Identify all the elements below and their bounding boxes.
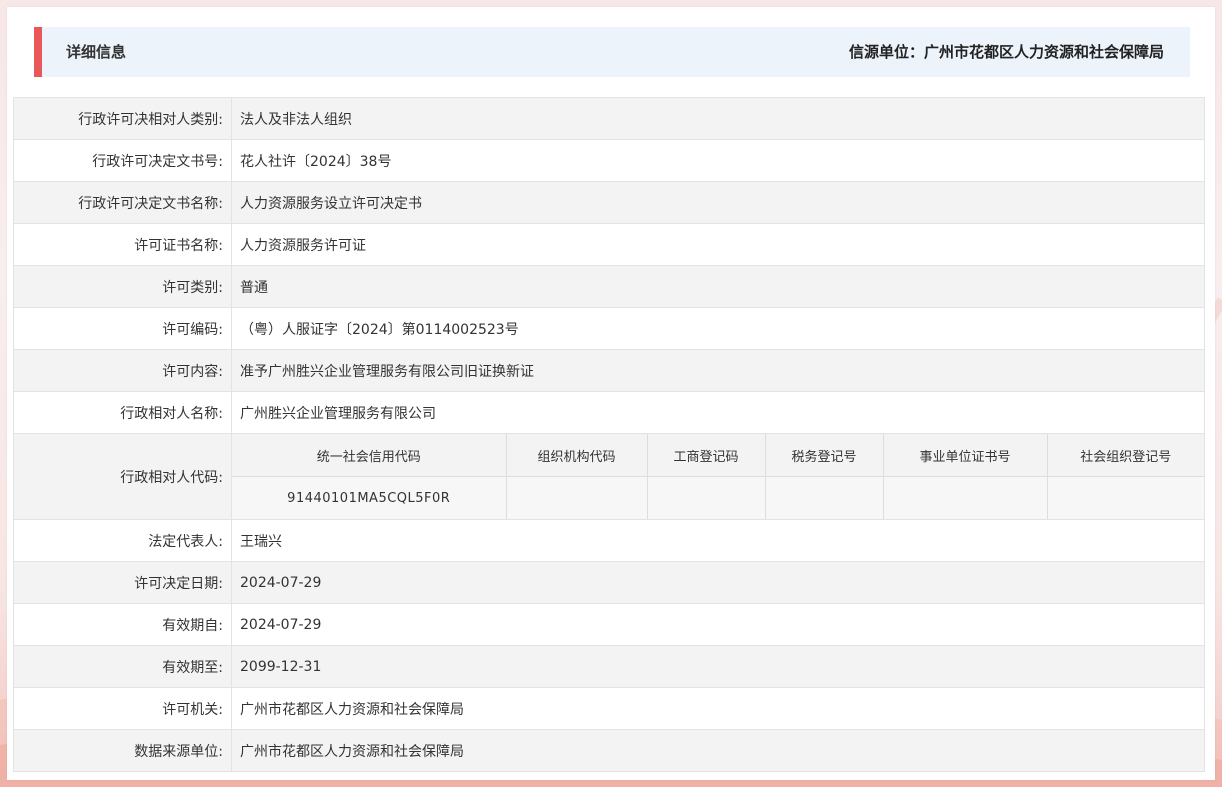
row-value: （粤）人服证字〔2024〕第0114002523号 (231, 307, 1205, 350)
row-value: 广州市花都区人力资源和社会保障局 (231, 729, 1205, 772)
table-row: 许可决定日期: 2024-07-29 (13, 561, 1205, 604)
row-label: 有效期至: (13, 645, 232, 688)
row-value: 人力资源服务设立许可决定书 (231, 181, 1205, 224)
header-accent-bar (34, 27, 42, 77)
detail-table: 行政许可决相对人类别: 法人及非法人组织 行政许可决定文书号: 花人社许〔202… (13, 97, 1205, 772)
table-row: 有效期自: 2024-07-29 (13, 603, 1205, 646)
table-row: 许可机关: 广州市花都区人力资源和社会保障局 (13, 687, 1205, 730)
codes-value-row: 91440101MA5CQL5F0R (232, 476, 1204, 519)
codes-value (764, 476, 884, 519)
row-label: 行政相对人名称: (13, 391, 232, 434)
row-label: 数据来源单位: (13, 729, 232, 772)
row-label: 行政相对人代码: (13, 433, 232, 520)
table-row: 许可类别: 普通 (13, 265, 1205, 308)
row-label: 许可机关: (13, 687, 232, 730)
row-label: 许可编码: (13, 307, 232, 350)
row-value: 准予广州胜兴企业管理服务有限公司旧证换新证 (231, 349, 1205, 392)
row-label: 行政许可决相对人类别: (13, 97, 232, 140)
row-label: 许可证书名称: (13, 223, 232, 266)
row-value: 人力资源服务许可证 (231, 223, 1205, 266)
row-label: 行政许可决定文书名称: (13, 181, 232, 224)
row-value: 2024-07-29 (231, 603, 1205, 646)
detail-panel: 详细信息 信源单位：广州市花都区人力资源和社会保障局 行政许可决相对人类别: 法… (7, 7, 1215, 780)
codes-cell: 统一社会信用代码 组织机构代码 工商登记码 税务登记号 事业单位证书号 社会组织… (231, 433, 1205, 520)
row-value: 2024-07-29 (231, 561, 1205, 604)
codes-value: 91440101MA5CQL5F0R (232, 476, 507, 519)
codes-header: 事业单位证书号 (882, 434, 1048, 477)
table-row-codes: 行政相对人代码: 统一社会信用代码 组织机构代码 工商登记码 税务登记号 事业单… (13, 433, 1205, 520)
row-value: 广州胜兴企业管理服务有限公司 (231, 391, 1205, 434)
row-value: 法人及非法人组织 (231, 97, 1205, 140)
codes-header: 工商登记码 (646, 434, 766, 477)
row-value: 王瑞兴 (231, 519, 1205, 562)
codes-header: 社会组织登记号 (1046, 434, 1204, 477)
row-label: 许可内容: (13, 349, 232, 392)
table-row: 许可证书名称: 人力资源服务许可证 (13, 223, 1205, 266)
panel-header: 详细信息 信源单位：广州市花都区人力资源和社会保障局 (34, 27, 1190, 77)
row-label: 许可类别: (13, 265, 232, 308)
codes-value (646, 476, 766, 519)
table-row: 许可内容: 准予广州胜兴企业管理服务有限公司旧证换新证 (13, 349, 1205, 392)
table-row: 法定代表人: 王瑞兴 (13, 519, 1205, 562)
codes-header-row: 统一社会信用代码 组织机构代码 工商登记码 税务登记号 事业单位证书号 社会组织… (232, 434, 1204, 477)
codes-value (1046, 476, 1204, 519)
table-row: 行政许可决定文书号: 花人社许〔2024〕38号 (13, 139, 1205, 182)
row-value: 普通 (231, 265, 1205, 308)
row-label: 行政许可决定文书号: (13, 139, 232, 182)
table-row: 行政许可决相对人类别: 法人及非法人组织 (13, 97, 1205, 140)
row-value: 广州市花都区人力资源和社会保障局 (231, 687, 1205, 730)
row-label: 许可决定日期: (13, 561, 232, 604)
table-row: 许可编码: （粤）人服证字〔2024〕第0114002523号 (13, 307, 1205, 350)
row-label: 法定代表人: (13, 519, 232, 562)
codes-header: 税务登记号 (764, 434, 884, 477)
codes-value (882, 476, 1048, 519)
table-row: 行政许可决定文书名称: 人力资源服务设立许可决定书 (13, 181, 1205, 224)
row-value: 花人社许〔2024〕38号 (231, 139, 1205, 182)
codes-header: 统一社会信用代码 (232, 434, 507, 477)
source-unit: 信源单位：广州市花都区人力资源和社会保障局 (848, 43, 1164, 61)
table-row: 行政相对人名称: 广州胜兴企业管理服务有限公司 (13, 391, 1205, 434)
panel-title: 详细信息 (66, 43, 127, 61)
codes-header: 组织机构代码 (505, 434, 648, 477)
table-row: 数据来源单位: 广州市花都区人力资源和社会保障局 (13, 729, 1205, 772)
row-value: 2099-12-31 (231, 645, 1205, 688)
codes-value (505, 476, 648, 519)
codes-table: 统一社会信用代码 组织机构代码 工商登记码 税务登记号 事业单位证书号 社会组织… (232, 434, 1204, 519)
row-label: 有效期自: (13, 603, 232, 646)
table-row: 有效期至: 2099-12-31 (13, 645, 1205, 688)
